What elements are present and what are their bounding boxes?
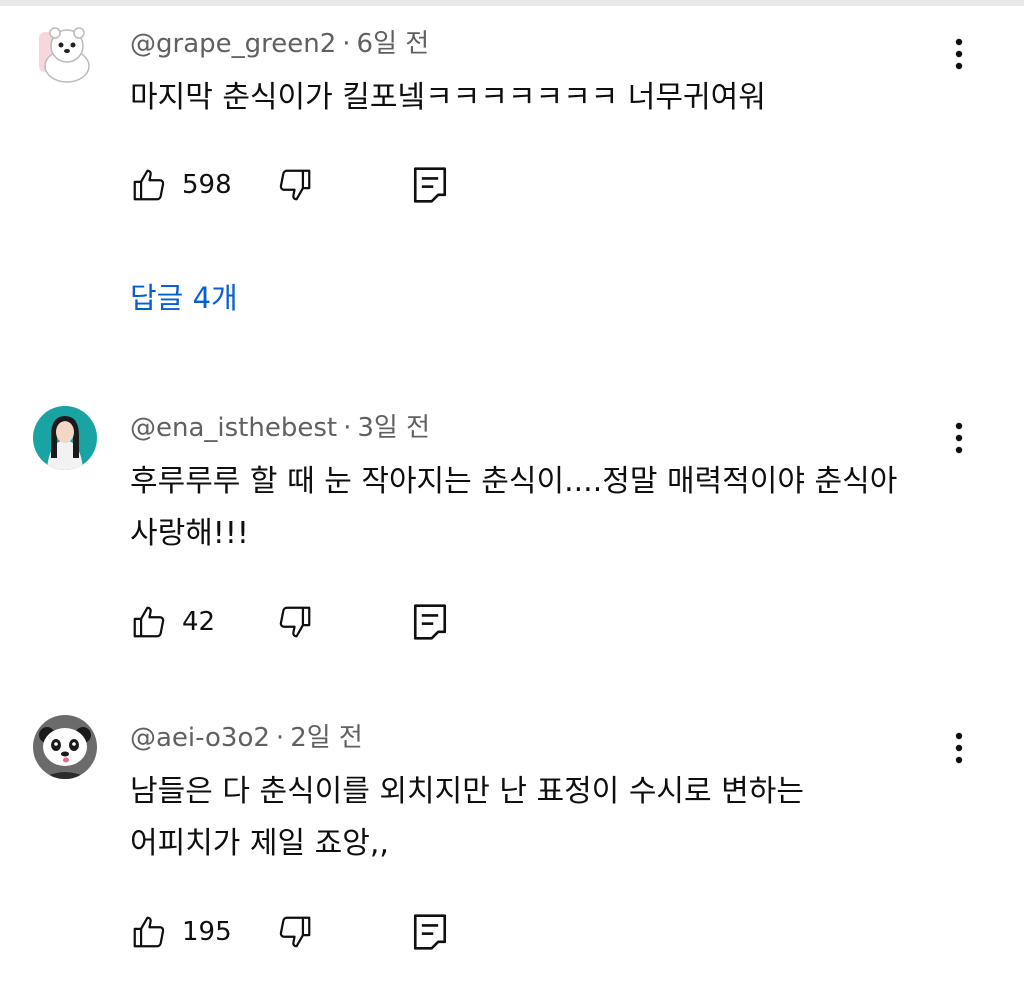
reply-button[interactable] [412, 160, 452, 210]
meta-separator: · [343, 413, 352, 443]
comment-time[interactable]: 2일 전 [290, 723, 363, 753]
comment-meta: @grape_green2 · 6일 전 [130, 29, 429, 59]
reply-comment-icon [413, 604, 447, 640]
reply-button[interactable] [412, 907, 452, 957]
avatar-panda-icon [33, 715, 97, 779]
comment-actions: 598 [130, 160, 530, 210]
comment-meta: @aei-o3o2 · 2일 전 [130, 723, 363, 753]
like-button[interactable] [130, 597, 170, 647]
thumbs-up-icon [133, 169, 165, 201]
like-count: 598 [182, 170, 232, 200]
meta-separator: · [275, 723, 285, 753]
comment-meta: @ena_isthebest · 3일 전 [130, 413, 430, 443]
avatar-bear-icon [33, 22, 97, 86]
avatar-photo-icon [33, 406, 97, 470]
comment-text: 남들은 다 춘식이를 외치지만 난 표정이 수시로 변하는 어피치가 제일 죠앙… [130, 774, 804, 861]
reply-button[interactable] [412, 597, 452, 647]
comment-time[interactable]: 3일 전 [357, 413, 430, 443]
avatar[interactable] [33, 22, 97, 86]
comment-text: 후루루루 할 때 눈 작아지는 춘식이....정말 매력적이야 춘식아 사랑해!… [130, 464, 898, 551]
like-button[interactable] [130, 160, 170, 210]
dislike-button[interactable] [276, 160, 320, 210]
comment-actions: 195 [130, 907, 530, 957]
thumbs-down-icon [279, 169, 311, 201]
comment-author[interactable]: @aei-o3o2 [130, 723, 270, 753]
comment-time[interactable]: 6일 전 [357, 29, 430, 59]
like-button[interactable] [130, 907, 170, 957]
thumbs-up-icon [133, 916, 165, 948]
more-vertical-icon [955, 422, 963, 454]
thumbs-down-icon [279, 916, 311, 948]
view-replies-link[interactable]: 답글 4개 [130, 276, 238, 320]
avatar[interactable] [33, 406, 97, 470]
comment-author[interactable]: @ena_isthebest [130, 413, 337, 443]
meta-separator: · [342, 29, 351, 59]
like-count: 195 [182, 917, 232, 947]
avatar[interactable] [33, 715, 97, 779]
more-vertical-icon [955, 38, 963, 70]
like-count: 42 [182, 607, 216, 637]
comment-actions: 42 [130, 597, 530, 647]
dislike-button[interactable] [276, 907, 320, 957]
reply-comment-icon [413, 167, 447, 203]
reply-comment-icon [413, 914, 447, 950]
comment-author[interactable]: @grape_green2 [130, 29, 336, 59]
thumbs-up-icon [133, 606, 165, 638]
dislike-button[interactable] [276, 597, 320, 647]
top-divider [0, 0, 1024, 6]
thumbs-down-icon [279, 606, 311, 638]
more-vertical-icon [955, 732, 963, 764]
comment-text: 마지막 춘식이가 킬포넼ㅋㅋㅋㅋㅋㅋㅋ 너무귀여워 [130, 80, 766, 115]
